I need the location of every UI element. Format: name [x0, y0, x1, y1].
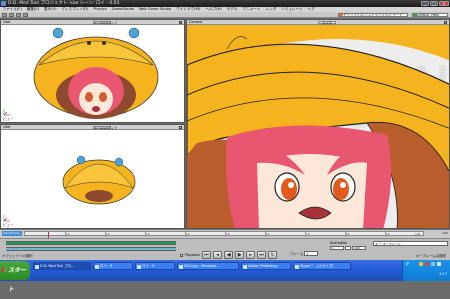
pass-dropdown[interactable]: Default_Pass [412, 13, 448, 17]
toolbar-button[interactable] [23, 12, 28, 17]
viewport-footer: ビュー [3, 117, 14, 121]
tick-label: 20 [106, 232, 110, 236]
app-icon [35, 264, 39, 269]
start-button[interactable]: スタート [0, 261, 30, 293]
viewport-camera-menu[interactable]: カメラ [318, 21, 336, 25]
playback-label: Playback [185, 253, 201, 257]
loop-button[interactable]: ↻ [268, 251, 278, 259]
taskbar-item[interactable]: Skype™ - [スカイプ] [293, 262, 351, 270]
viewport-label: Camera [189, 20, 203, 24]
tick-label: 80 [346, 232, 350, 236]
app-icon [1, 1, 6, 6]
mode-dropdown[interactable]: モデリング/エクストラクション モード [338, 13, 408, 17]
tray-icon[interactable] [425, 262, 429, 266]
pass-icon [413, 14, 417, 16]
viewport-camera[interactable]: Camera カメラ DEAD OR ALIVE DEAD OR ALIVE [186, 19, 450, 229]
frame-input[interactable]: 1 [304, 251, 319, 256]
viewport-top-left[interactable]: User パースペクティブ ビュー [0, 19, 185, 123]
taskbar-item[interactable]: Adobe Photoshop [241, 262, 291, 270]
viewport-bottom-left[interactable]: User パースペクティブ ビュー [0, 124, 185, 229]
playback-controls: Playback ⏮ ◂ ◀ ▶ ▸ ⏭ ↻ [180, 251, 278, 259]
tick-label: 70 [306, 232, 310, 236]
playback-panel: オブジェクトの選択 Playback ⏮ ◂ ◀ ▶ ▸ ⏭ ↻ フレーム 1 … [0, 238, 450, 260]
tray-icon[interactable] [437, 262, 441, 266]
anim-step-field[interactable] [345, 246, 351, 250]
close-button[interactable]: × [439, 1, 449, 6]
folder-icon [137, 264, 141, 269]
folder-icon [95, 264, 99, 269]
character-render-side [1, 130, 184, 228]
maximize-viewport-icon[interactable] [179, 126, 182, 129]
closeup-art [187, 25, 449, 228]
window-title: D.D. Mod Tool プロジェクト: koe シーン: ロイ - 0.03 [8, 1, 120, 6]
animation-track[interactable] [6, 241, 176, 245]
language-indicator[interactable]: JP [406, 262, 409, 266]
maximize-button[interactable]: □ [430, 1, 438, 6]
tray-icon[interactable] [431, 262, 435, 266]
viewport-camera-menu[interactable]: パースペクティブ [92, 21, 117, 25]
axis-gizmo-icon [3, 109, 10, 116]
windows-taskbar: スタート D.D. Mod Tool プロ... ロイ - 0 ロイ - 0 D… [0, 260, 450, 293]
anim-end-field[interactable]: 100 [352, 246, 366, 250]
tray-icon[interactable] [419, 262, 423, 266]
status-hint: キーフレームの操作 [415, 254, 446, 258]
mode-icon [339, 14, 343, 16]
skype-icon [295, 264, 299, 269]
maximize-viewport-icon[interactable] [444, 21, 447, 24]
axis-gizmo-icon [3, 215, 10, 222]
tick-label: 40 [186, 232, 190, 236]
playback-checkbox[interactable] [180, 253, 183, 257]
windows-flag-icon [2, 267, 7, 272]
timeline-field[interactable]: Geo/Frame [2, 231, 22, 236]
track-bar [6, 248, 176, 250]
timeline-end: 100 [442, 231, 448, 235]
taskbar-item[interactable]: ロイ - 0 [93, 262, 133, 270]
taskbar-item[interactable]: D.D. Mod Tool プロ... [33, 262, 91, 270]
goto-start-button[interactable]: ⏮ [202, 251, 212, 259]
character-render-closeup: DEAD OR ALIVE DEAD OR ALIVE [187, 25, 449, 228]
character-render-front [1, 25, 184, 122]
viewport-footer: ビュー [3, 223, 14, 227]
clock: 2:17 [439, 272, 447, 276]
tick-label: 10 [66, 232, 70, 236]
taskbar-item[interactable]: DOA.jpg - Windows... [177, 262, 239, 270]
animation-track[interactable] [6, 247, 176, 251]
frame-label: フレーム [290, 252, 304, 256]
track-bar [6, 242, 176, 244]
tick-label: 30 [146, 232, 150, 236]
play-backward-button[interactable]: ◀ [224, 251, 234, 259]
goto-end-button[interactable]: ⏭ [257, 251, 267, 259]
animation-label: Animation [330, 241, 348, 245]
animation-fields: 1 100 [330, 246, 366, 250]
timeline-ruler[interactable]: 10 20 30 40 50 60 70 80 90 100 [24, 231, 424, 238]
image-viewer-icon [179, 264, 183, 269]
prev-key-button[interactable]: ◂ [213, 251, 223, 259]
toolbar-button[interactable] [16, 12, 21, 17]
viewport-label: User [3, 125, 11, 129]
maximize-viewport-icon[interactable] [179, 21, 182, 24]
photoshop-icon [243, 264, 247, 269]
taskbar-item[interactable]: ロイ - 0 [135, 262, 175, 270]
system-tray: JP 2:17 [402, 260, 450, 281]
tick-label: 60 [266, 232, 270, 236]
object-select-label: オブジェクトの選択 [2, 254, 33, 258]
tick-label: 90 [386, 232, 390, 236]
viewport-label: User [3, 20, 11, 24]
play-button[interactable]: ▶ [235, 251, 245, 259]
toolbar: モデリング/エクストラクション モード Default_Pass [0, 12, 450, 18]
key-dropdown[interactable]: キー: キーフレーム [373, 241, 448, 246]
tick-label: 50 [226, 232, 230, 236]
toolbar-button[interactable] [2, 12, 7, 17]
next-key-button[interactable]: ▸ [246, 251, 256, 259]
toolbar-button[interactable] [9, 12, 14, 17]
anim-start-field[interactable]: 1 [330, 246, 344, 250]
window-title-bar: D.D. Mod Tool プロジェクト: koe シーン: ロイ - 0.03… [0, 0, 450, 7]
frame-control: フレーム 1 [290, 251, 319, 256]
tick-label: 100 [415, 232, 421, 236]
timeline: Geo/Frame 10 20 30 40 50 60 70 80 90 100… [0, 229, 450, 238]
viewport-camera-menu[interactable]: パースペクティブ [92, 126, 117, 130]
minimize-button[interactable]: _ [421, 1, 429, 6]
